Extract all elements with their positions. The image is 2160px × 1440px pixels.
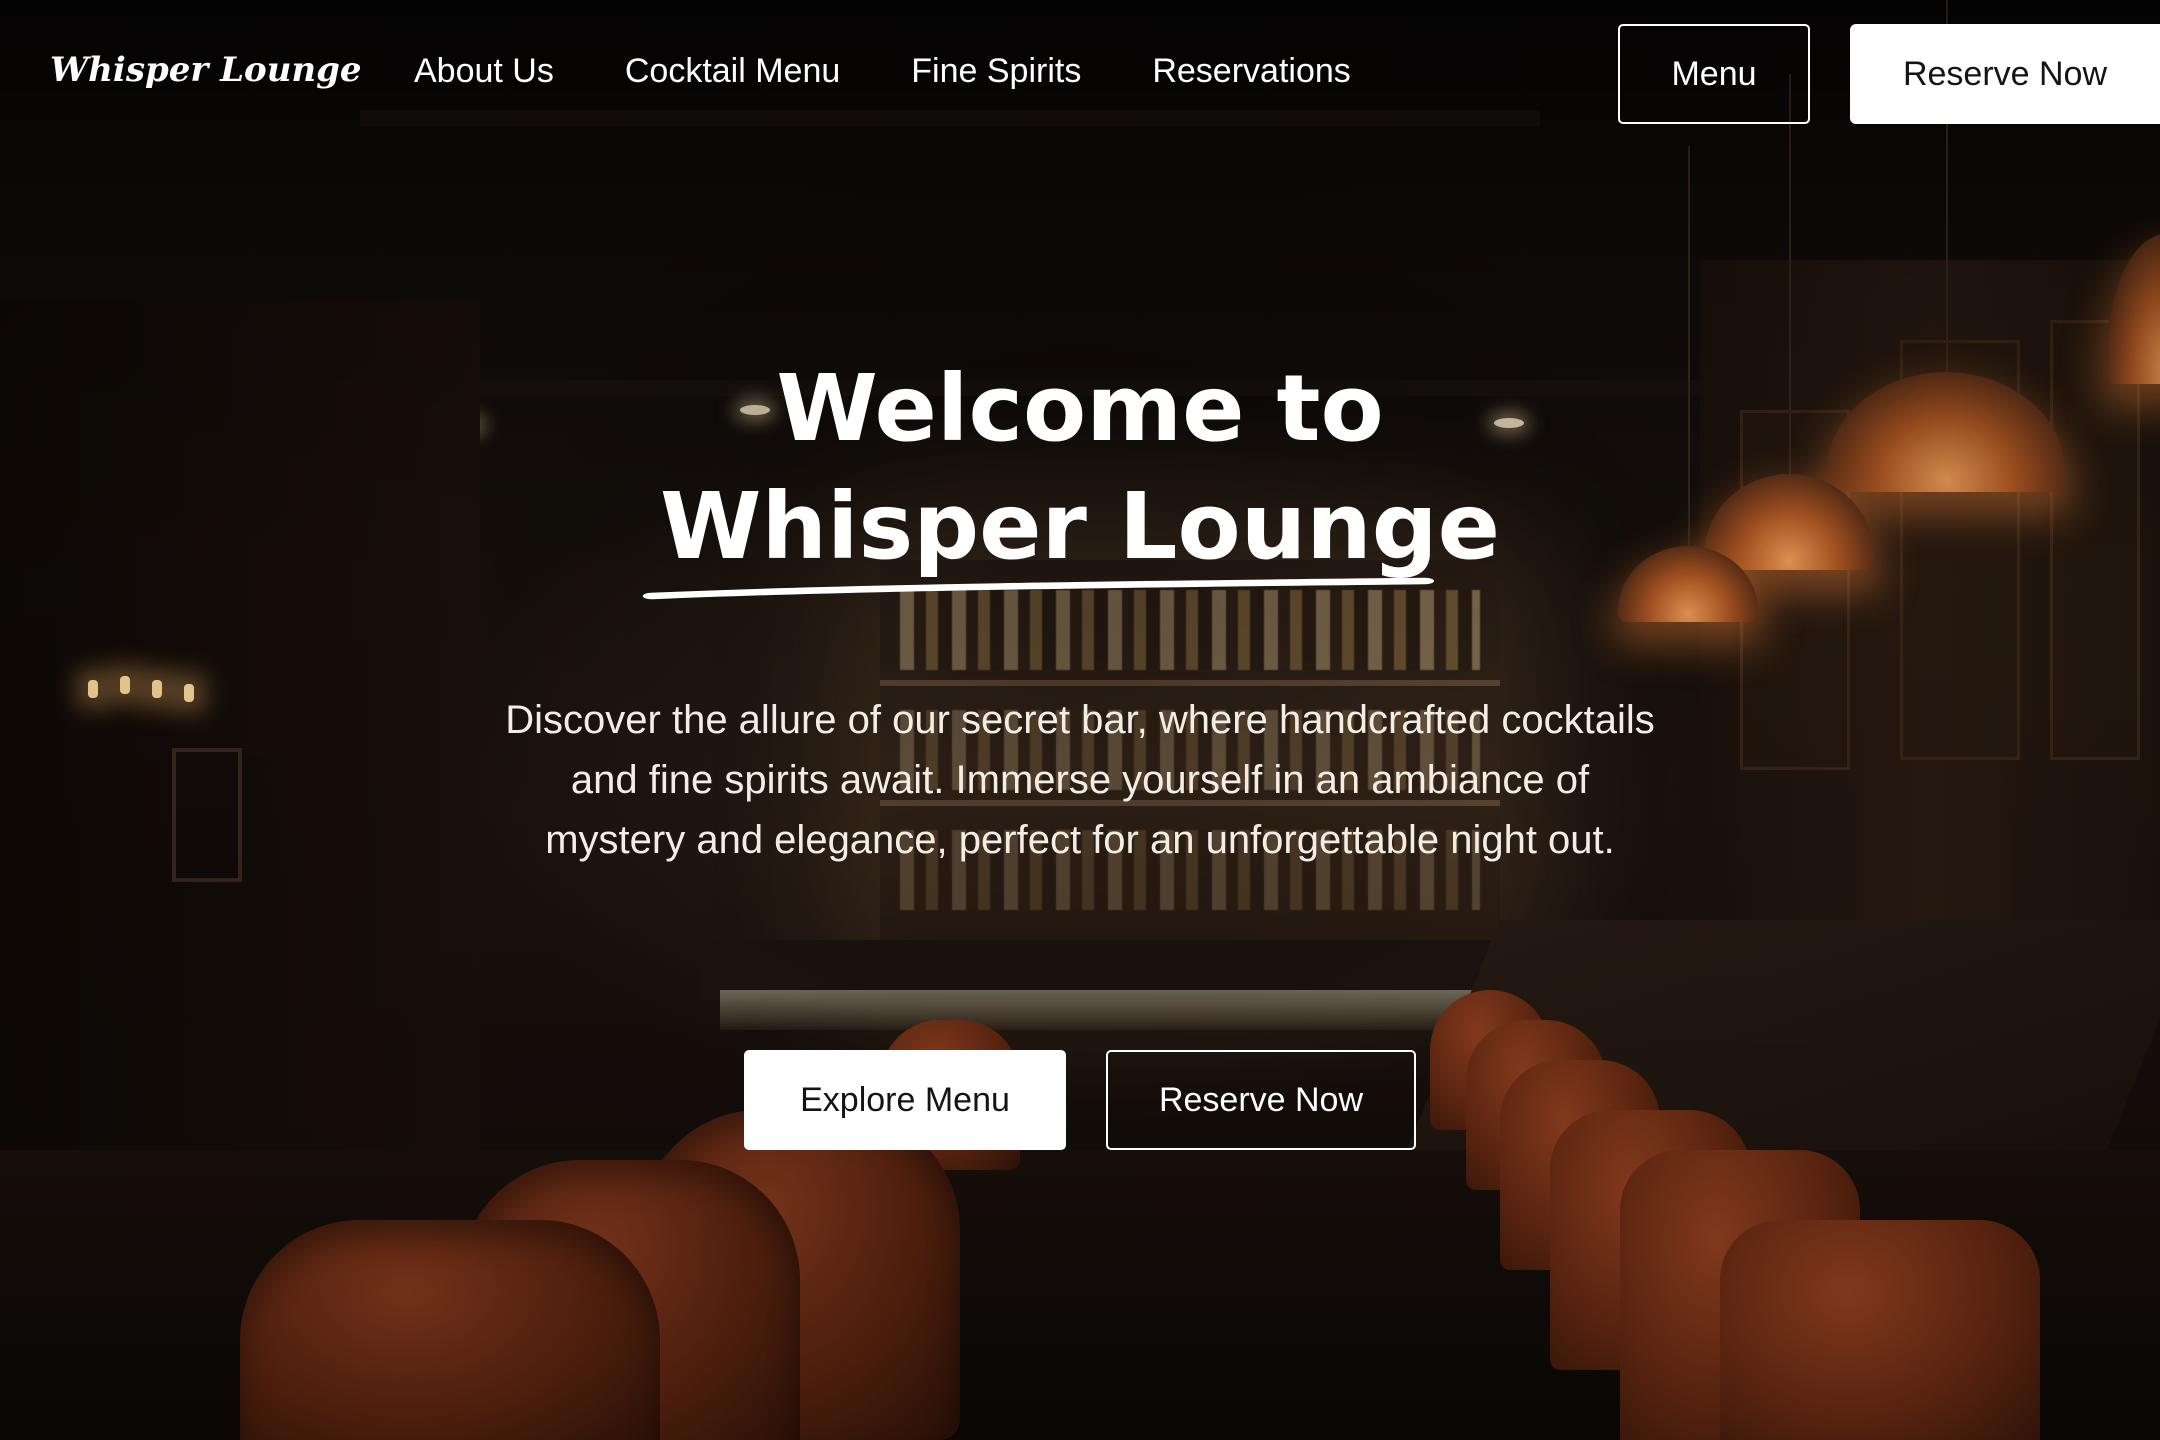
header-menu-button[interactable]: Menu [1618,24,1810,124]
hero-title: Welcome to Whisper Lounge [0,350,2160,600]
nav-link-about-us[interactable]: About Us [414,52,554,91]
main-nav: About Us Cocktail Menu Fine Spirits Rese… [414,52,1422,91]
explore-menu-button[interactable]: Explore Menu [744,1050,1066,1150]
hero-reserve-button[interactable]: Reserve Now [1106,1050,1416,1150]
nav-link-reservations[interactable]: Reservations [1152,52,1350,91]
nav-link-fine-spirits[interactable]: Fine Spirits [911,52,1081,91]
header-reserve-button[interactable]: Reserve Now [1850,24,2160,124]
landing-page: Whisper Lounge About Us Cocktail Menu Fi… [0,0,2160,1440]
hero-title-line-1: Welcome to [776,355,1384,462]
hero-description: Discover the allure of our secret bar, w… [505,698,1655,862]
logo[interactable]: Whisper Lounge [50,50,362,90]
nav-link-cocktail-menu[interactable]: Cocktail Menu [625,52,840,91]
brush-underline-icon [642,577,1435,600]
hero-title-line-2: Whisper Lounge [660,473,1500,580]
hero-title-line-2-wrap: Whisper Lounge [0,468,2160,600]
site-header: Whisper Lounge About Us Cocktail Menu Fi… [0,0,2160,146]
hero-title-highlight: Whisper Lounge [642,468,1500,600]
